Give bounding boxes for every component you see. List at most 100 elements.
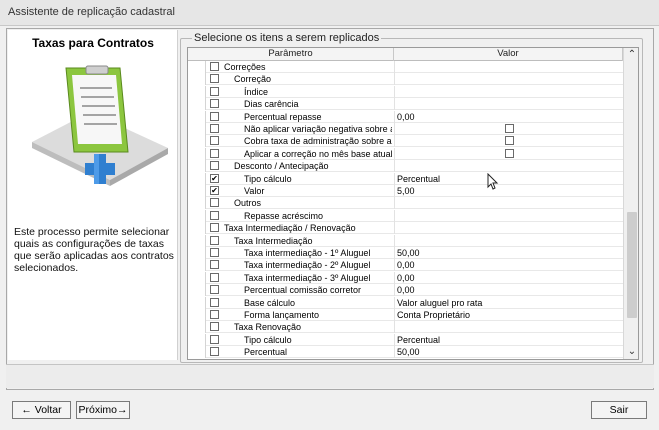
row-checkbox[interactable] xyxy=(210,86,219,96)
row-checkbox[interactable] xyxy=(210,62,219,71)
table-row[interactable]: Dias carência xyxy=(188,98,623,111)
table-row[interactable]: Tipo cálculo Percentual xyxy=(188,172,623,185)
row-header[interactable] xyxy=(188,98,206,111)
table-row[interactable]: Tipo cálculo Percentual xyxy=(188,333,623,346)
chevron-down-icon[interactable]: ⌄ xyxy=(624,345,638,359)
parameter-value[interactable]: 0,00 xyxy=(397,272,415,284)
vertical-scrollbar[interactable]: ⌃ ⌄ xyxy=(623,48,638,359)
column-header-parametro[interactable]: Parâmetro xyxy=(188,48,394,61)
table-row[interactable]: Aplicar a correção no mês base atual xyxy=(188,147,623,160)
row-checkbox[interactable] xyxy=(210,297,219,307)
table-row[interactable]: Taxa Renovação xyxy=(188,321,623,334)
row-header[interactable] xyxy=(188,284,206,297)
row-header[interactable] xyxy=(188,73,206,86)
next-button[interactable]: Próximo→ xyxy=(76,401,130,419)
table-row[interactable]: Percentual comissão corretor 0,00 xyxy=(188,284,623,297)
parameter-value[interactable]: 0,00 xyxy=(397,111,415,123)
parameter-value[interactable]: 50,00 xyxy=(397,247,420,259)
row-header[interactable] xyxy=(188,123,206,135)
row-header[interactable] xyxy=(188,147,206,160)
row-header[interactable] xyxy=(188,185,206,197)
row-header[interactable] xyxy=(188,259,206,272)
row-checkbox[interactable] xyxy=(210,198,219,208)
row-header[interactable] xyxy=(188,309,206,321)
row-checkbox[interactable] xyxy=(210,99,219,109)
row-header[interactable] xyxy=(188,346,206,359)
row-checkbox[interactable] xyxy=(210,310,219,319)
table-row[interactable]: Repasse acréscimo xyxy=(188,209,623,222)
row-checkbox[interactable] xyxy=(210,347,219,357)
table-row[interactable]: Forma lançamento Conta Proprietário xyxy=(188,309,623,321)
row-header[interactable] xyxy=(188,296,206,309)
table-row[interactable]: Percentual 50,00 xyxy=(188,346,623,359)
row-header[interactable] xyxy=(188,333,206,346)
table-row[interactable]: Taxa intermediação - 3º Aluguel 0,00 xyxy=(188,271,623,284)
row-checkbox[interactable] xyxy=(210,272,219,282)
parameter-label: Outros xyxy=(234,198,262,209)
row-header[interactable] xyxy=(188,234,206,247)
parameter-value[interactable]: Valor aluguel pro rata xyxy=(397,297,482,309)
parameters-grid[interactable]: Parâmetro Valor Correções Correção Índice D… xyxy=(187,47,639,360)
row-checkbox[interactable] xyxy=(210,260,219,270)
table-row[interactable]: Desconto / Antecipação xyxy=(188,160,623,173)
row-checkbox[interactable] xyxy=(210,124,219,133)
row-checkbox[interactable] xyxy=(210,235,219,245)
table-row[interactable]: Cobra taxa de administração sobre a corr xyxy=(188,135,623,148)
parameter-value[interactable]: 0,00 xyxy=(397,259,415,271)
row-header[interactable] xyxy=(188,247,206,259)
row-header[interactable] xyxy=(188,222,206,235)
table-row[interactable]: Correções xyxy=(188,61,623,73)
parameter-value[interactable]: 50,00 xyxy=(397,346,420,358)
table-row[interactable]: Valor 5,00 xyxy=(188,185,623,197)
parameter-label: Base cálculo xyxy=(244,297,296,308)
back-button[interactable]: ← Voltar xyxy=(12,401,71,419)
table-row[interactable]: Taxa Intermediação xyxy=(188,234,623,247)
row-header[interactable] xyxy=(188,197,206,210)
row-checkbox[interactable] xyxy=(210,334,219,344)
parameter-value[interactable]: Percentual xyxy=(397,334,440,346)
parameter-label: Dias carência xyxy=(244,99,299,110)
row-header[interactable] xyxy=(188,85,206,98)
table-row[interactable]: Taxa Intermediação / Renovação xyxy=(188,222,623,235)
row-checkbox[interactable] xyxy=(210,210,219,220)
row-header[interactable] xyxy=(188,209,206,222)
table-row[interactable]: Correção xyxy=(188,73,623,86)
table-row[interactable]: Não aplicar variação negativa sobre a co… xyxy=(188,123,623,135)
exit-button[interactable]: Sair xyxy=(591,401,647,419)
row-checkbox[interactable] xyxy=(210,161,219,171)
row-checkbox[interactable] xyxy=(210,74,219,84)
row-checkbox[interactable] xyxy=(210,186,219,195)
value-checkbox[interactable] xyxy=(505,136,514,146)
row-checkbox[interactable] xyxy=(210,322,219,332)
table-row[interactable]: Percentual repasse 0,00 xyxy=(188,110,623,123)
parameter-value[interactable]: 5,00 xyxy=(397,185,415,197)
chevron-up-icon[interactable]: ⌃ xyxy=(624,48,638,62)
row-header[interactable] xyxy=(188,172,206,185)
column-header-valor[interactable]: Valor xyxy=(394,48,623,61)
row-checkbox[interactable] xyxy=(210,111,219,121)
row-checkbox[interactable] xyxy=(210,148,219,158)
row-header[interactable] xyxy=(188,110,206,123)
value-checkbox[interactable] xyxy=(505,124,514,133)
table-row[interactable]: Índice xyxy=(188,85,623,98)
parameter-value[interactable]: Percentual xyxy=(397,173,440,185)
parameter-value[interactable]: Conta Proprietário xyxy=(397,309,470,321)
table-row[interactable]: Taxa intermediação - 1º Aluguel 50,00 xyxy=(188,247,623,259)
scrollbar-thumb[interactable] xyxy=(627,212,637,318)
value-checkbox[interactable] xyxy=(505,148,514,158)
table-row[interactable]: Base cálculo Valor aluguel pro rata xyxy=(188,296,623,309)
row-header[interactable] xyxy=(188,135,206,148)
row-checkbox[interactable] xyxy=(210,285,219,295)
parameter-value[interactable]: 0,00 xyxy=(397,284,415,296)
row-header[interactable] xyxy=(188,321,206,334)
table-row[interactable]: Taxa intermediação - 2º Aluguel 0,00 xyxy=(188,259,623,272)
row-header[interactable] xyxy=(188,160,206,173)
row-checkbox[interactable] xyxy=(210,136,219,146)
row-checkbox[interactable] xyxy=(210,173,219,183)
row-checkbox[interactable] xyxy=(210,248,219,257)
parameter-label: Forma lançamento xyxy=(244,310,320,320)
row-header[interactable] xyxy=(188,271,206,284)
table-row[interactable]: Outros xyxy=(188,197,623,210)
row-checkbox[interactable] xyxy=(210,223,219,233)
row-header[interactable] xyxy=(188,61,206,73)
